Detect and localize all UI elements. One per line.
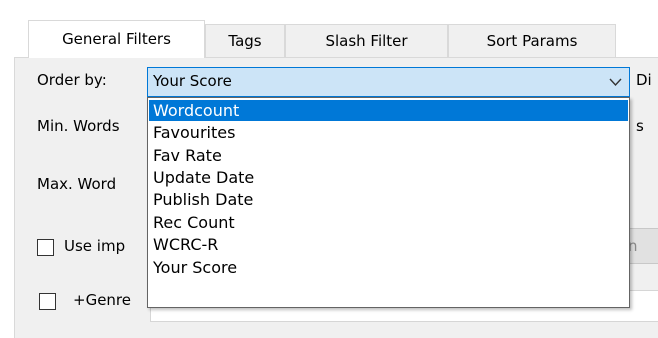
dropdown-option-your-score[interactable]: Your Score (149, 257, 628, 278)
chevron-down-icon[interactable] (609, 77, 622, 87)
dropdown-option-wordcount[interactable]: Wordcount (149, 100, 628, 121)
tab-slash-filter[interactable]: Slash Filter (285, 24, 448, 57)
order-by-selected-value: Your Score (153, 72, 232, 90)
dropdown-option-fav-rate[interactable]: Fav Rate (149, 145, 628, 166)
order-by-dropdown-list: Wordcount Favourites Fav Rate Update Date Pu… (147, 97, 630, 308)
dropdown-option-rec-count[interactable]: Rec Count (149, 212, 628, 233)
use-imp-label: Use imp (64, 237, 126, 255)
genre-checkbox[interactable] (39, 293, 56, 310)
min-words-trailing-label: s (636, 117, 644, 135)
dropdown-option-update-date[interactable]: Update Date (149, 167, 628, 188)
dropdown-option-favourites[interactable]: Favourites (149, 122, 628, 143)
tab-tags[interactable]: Tags (205, 24, 285, 57)
order-by-label: Order by: (37, 71, 107, 89)
genre-label: +Genre (73, 291, 131, 309)
tab-sort-params[interactable]: Sort Params (448, 24, 616, 57)
use-imp-checkbox[interactable] (37, 239, 54, 256)
max-words-label: Max. Word (37, 175, 117, 193)
dropdown-option-publish-date[interactable]: Publish Date (149, 189, 628, 210)
order-by-combobox[interactable]: Your Score (147, 67, 630, 97)
tab-general-filters[interactable]: General Filters (28, 20, 205, 58)
order-by-trailing-label: Di (636, 71, 652, 89)
min-words-label: Min. Words (37, 117, 120, 135)
dropdown-option-wcrc-r[interactable]: WCRC-R (149, 234, 628, 255)
